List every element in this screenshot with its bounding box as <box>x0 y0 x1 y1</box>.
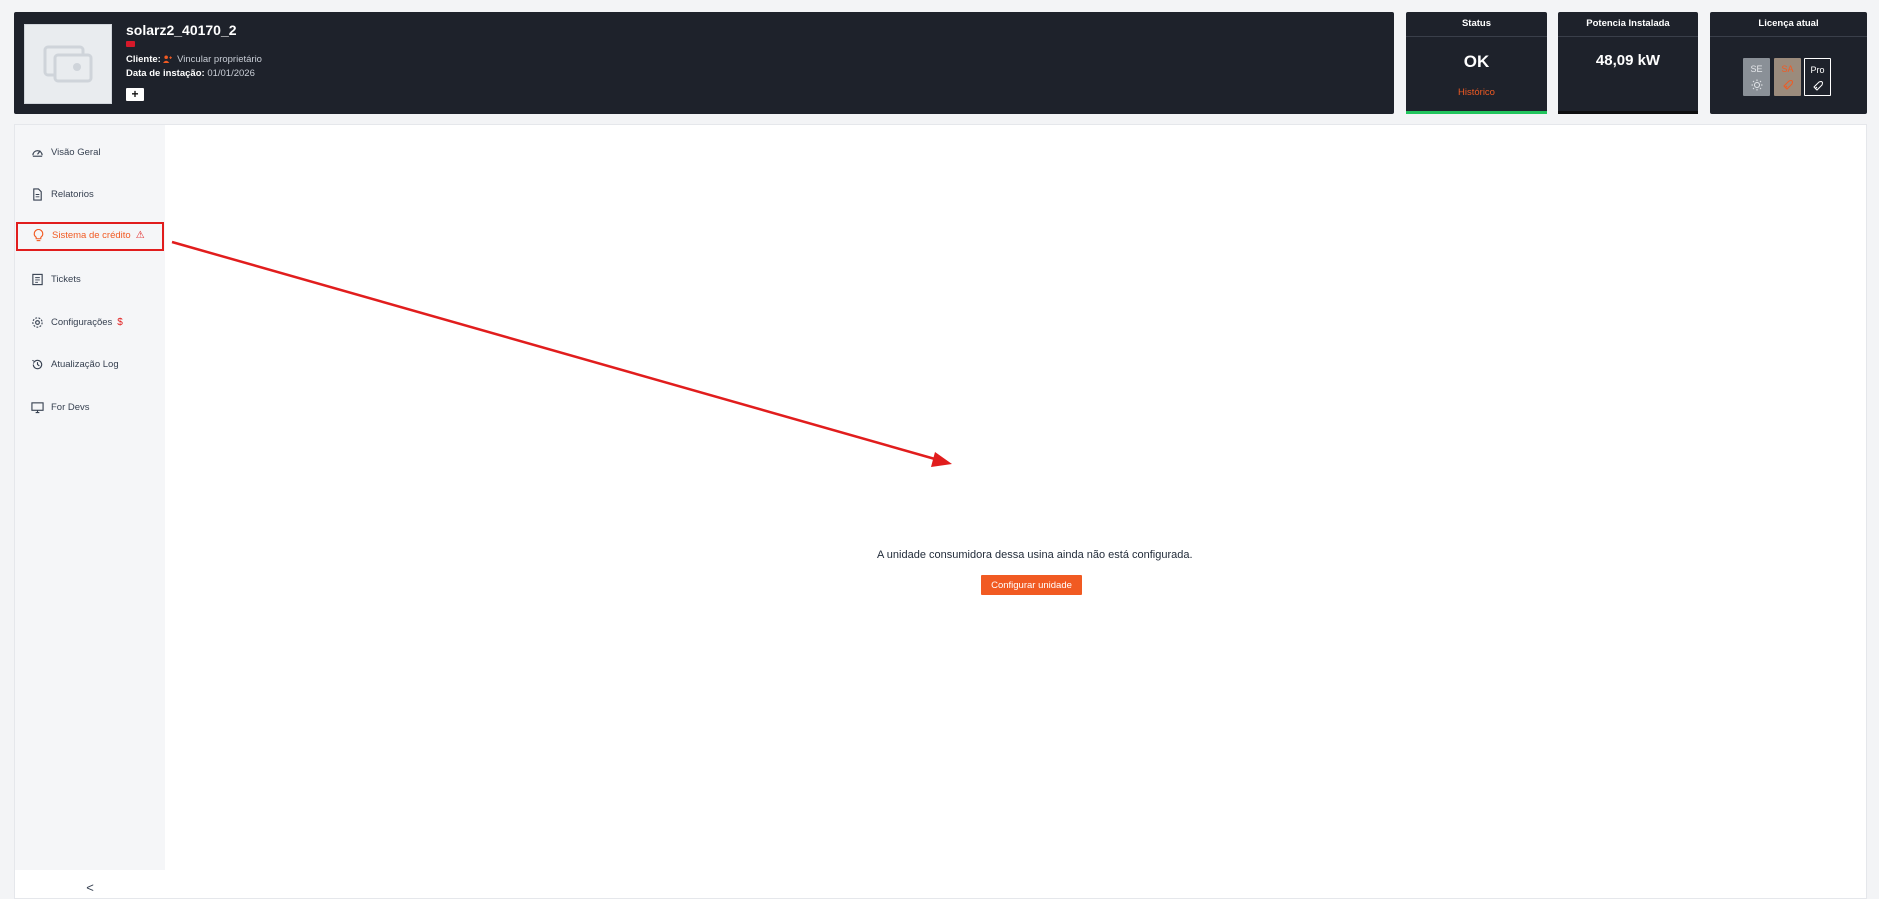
rocket-icon <box>1782 80 1793 90</box>
link-owner-link[interactable]: Vincular proprietário <box>163 54 262 65</box>
sun-icon <box>1751 79 1762 91</box>
sidebar-item-atualizacao-log[interactable]: Atualização Log <box>15 351 165 379</box>
ticket-icon <box>32 273 43 286</box>
add-button[interactable]: + <box>126 88 144 101</box>
status-indicator-bar <box>1406 111 1547 114</box>
country-flag-icon <box>126 41 135 47</box>
empty-state-message: A unidade consumidora dessa usina ainda … <box>877 549 1193 561</box>
plant-image-placeholder <box>24 24 112 104</box>
license-badge-se[interactable]: SE <box>1743 58 1770 96</box>
billing-indicator-icon: $ <box>117 317 123 328</box>
sidebar-item-visao-geral[interactable]: Visão Geral <box>15 139 165 167</box>
sidebar: Visão Geral Relatorios Sistema de crédit… <box>15 125 165 870</box>
license-card-title: Licença atual <box>1758 18 1819 29</box>
sidebar-item-label: Relatorios <box>51 189 94 200</box>
document-icon <box>33 188 42 201</box>
install-date-label: Data de instação: <box>126 68 205 79</box>
license-badge-pro[interactable]: Pro <box>1804 58 1831 96</box>
rocket-icon <box>1812 81 1823 91</box>
warning-icon: ⚠ <box>135 230 145 241</box>
card-divider <box>1406 36 1547 37</box>
gauge-icon <box>32 150 43 157</box>
sidebar-item-relatorios[interactable]: Relatorios <box>15 181 165 209</box>
sidebar-item-label: For Devs <box>51 402 90 413</box>
power-indicator-bar <box>1558 111 1698 114</box>
main-panel: Visão Geral Relatorios Sistema de crédit… <box>14 124 1867 899</box>
card-divider <box>1710 36 1867 37</box>
sidebar-item-tickets[interactable]: Tickets <box>15 266 165 294</box>
lightbulb-icon <box>33 229 44 242</box>
history-link[interactable]: Histórico <box>1406 87 1547 98</box>
user-plus-icon <box>163 55 173 63</box>
monitor-icon <box>31 402 44 414</box>
sidebar-item-label: Tickets <box>51 274 81 285</box>
history-icon <box>32 359 43 370</box>
license-se-label: SE <box>1750 64 1763 74</box>
configure-unit-button[interactable]: Configurar unidade <box>981 575 1082 595</box>
client-label: Cliente: <box>126 54 161 65</box>
status-card: Status OK Histórico <box>1406 12 1547 114</box>
sidebar-item-configuracoes[interactable]: Configurações $ <box>15 309 165 337</box>
sidebar-item-label: Configurações $ <box>51 317 123 328</box>
status-value: OK <box>1463 52 1490 71</box>
install-date-value: 01/01/2026 <box>207 68 255 79</box>
collapse-sidebar-button[interactable]: < <box>15 880 165 895</box>
installed-power-value: 48,09 kW <box>1595 52 1661 69</box>
license-sa-label: SA <box>1781 64 1794 74</box>
plant-header: solarz2_40170_2 Cliente: Vincular propri… <box>14 12 1394 114</box>
license-card: Licença atual SE SA Pro <box>1710 12 1867 114</box>
card-divider <box>1558 36 1698 37</box>
status-card-title: Status <box>1461 18 1492 29</box>
sidebar-item-label: Atualização Log <box>51 359 119 370</box>
power-card-title: Potencia Instalada <box>1586 18 1670 29</box>
plant-name: solarz2_40170_2 <box>126 22 237 38</box>
sidebar-item-sistema-de-credito[interactable]: Sistema de crédito ⚠ <box>16 222 164 251</box>
sidebar-item-label: Visão Geral <box>51 147 101 158</box>
installed-power-card: Potencia Instalada 48,09 kW <box>1558 12 1698 114</box>
gear-icon <box>32 317 43 328</box>
client-row: Cliente: Vincular proprietário <box>126 54 262 65</box>
license-badge-sa[interactable]: SA <box>1774 58 1801 96</box>
link-owner-text: Vincular proprietário <box>177 54 262 65</box>
sidebar-item-label: Sistema de crédito ⚠ <box>52 230 145 241</box>
license-pro-label: Pro <box>1810 65 1825 75</box>
install-date-row: Data de instação: 01/01/2026 <box>126 68 255 79</box>
sidebar-item-for-devs[interactable]: For Devs <box>15 394 165 422</box>
